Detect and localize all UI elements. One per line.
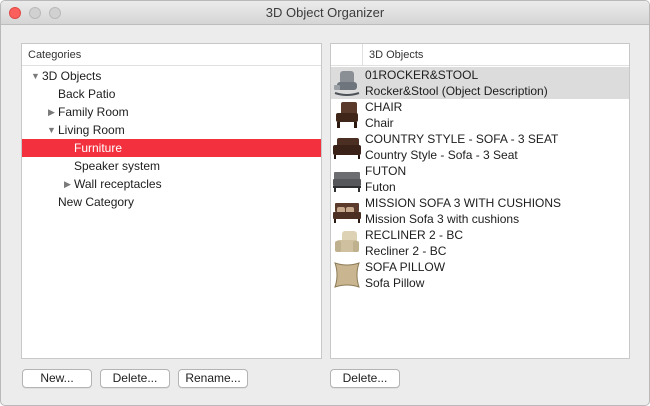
object-description: Sofa Pillow (365, 276, 425, 290)
object-name: SOFA PILLOW (365, 260, 446, 274)
tree-item-family-room[interactable]: ▶ Family Room (22, 103, 321, 121)
object-row-chair[interactable]: CHAIR Chair (331, 99, 629, 131)
tree-item-3d-objects[interactable]: ▼ 3D Objects (22, 67, 321, 85)
mission-sofa-icon (331, 195, 363, 227)
object-description: Rocker&Stool (Object Description) (365, 84, 548, 98)
objects-header: 3D Objects (331, 44, 629, 66)
chair-icon (331, 99, 363, 131)
object-description: Chair (365, 116, 394, 130)
pillow-icon (331, 259, 363, 291)
disclosure-collapsed-icon[interactable]: ▶ (64, 175, 74, 193)
object-description: Futon (365, 180, 396, 194)
rocker-icon (331, 67, 363, 99)
object-name: 01ROCKER&STOOL (365, 68, 479, 82)
object-name: MISSION SOFA 3 WITH CUSHIONS (365, 196, 562, 210)
object-name: CHAIR (365, 100, 403, 114)
rename-category-button[interactable]: Rename... (178, 369, 248, 388)
object-row-sofa-pillow[interactable]: SOFA PILLOW Sofa Pillow (331, 259, 629, 291)
tree-item-speaker-system[interactable]: Speaker system (22, 157, 321, 175)
tree-item-back-patio[interactable]: Back Patio (22, 85, 321, 103)
object-row-recliner[interactable]: RECLINER 2 - BC Recliner 2 - BC (331, 227, 629, 259)
futon-icon (331, 163, 363, 195)
tree-item-furniture[interactable]: Furniture (22, 139, 321, 157)
new-category-button[interactable]: New... (22, 369, 92, 388)
object-name: RECLINER 2 - BC (365, 228, 464, 242)
organizer-window: 3D Object Organizer Categories ▼ 3D Obje… (0, 0, 650, 406)
object-row-country-sofa[interactable]: COUNTRY STYLE - SOFA - 3 SEAT Country St… (331, 131, 629, 163)
object-description: Country Style - Sofa - 3 Seat (365, 148, 518, 162)
tree-item-new-category[interactable]: New Category (22, 193, 321, 211)
disclosure-expanded-icon[interactable]: ▼ (47, 121, 57, 139)
title-bar: 3D Object Organizer (1, 1, 649, 25)
object-row-futon[interactable]: FUTON Futon (331, 163, 629, 195)
window-title: 3D Object Organizer (265, 5, 385, 20)
object-description: Mission Sofa 3 with cushions (365, 212, 520, 226)
object-name: FUTON (365, 164, 407, 178)
categories-panel: Categories ▼ 3D Objects Back Patio ▶ Fam… (21, 43, 322, 359)
disclosure-collapsed-icon[interactable]: ▶ (48, 103, 58, 121)
categories-header: Categories (22, 44, 321, 66)
objects-panel: 3D Objects 01ROCKER&STOOL Rocker&Stool (… (330, 43, 630, 359)
sofa-icon (331, 131, 363, 163)
tree-item-living-room[interactable]: ▼ Living Room (22, 121, 321, 139)
disclosure-expanded-icon[interactable]: ▼ (31, 67, 41, 85)
delete-object-button[interactable]: Delete... (330, 369, 400, 388)
delete-category-button[interactable]: Delete... (100, 369, 170, 388)
objects-column-header: 3D Objects (369, 49, 424, 61)
thumbnail-column-header (331, 44, 363, 65)
object-description: Recliner 2 - BC (365, 244, 447, 258)
tree-item-wall-receptacles[interactable]: ▶ Wall receptacles (22, 175, 321, 193)
object-name: COUNTRY STYLE - SOFA - 3 SEAT (365, 132, 559, 146)
object-row-mission-sofa[interactable]: MISSION SOFA 3 WITH CUSHIONS Mission Sof… (331, 195, 629, 227)
object-row-rocker-stool[interactable]: 01ROCKER&STOOL Rocker&Stool (Object Desc… (331, 67, 629, 99)
recliner-icon (331, 227, 363, 259)
